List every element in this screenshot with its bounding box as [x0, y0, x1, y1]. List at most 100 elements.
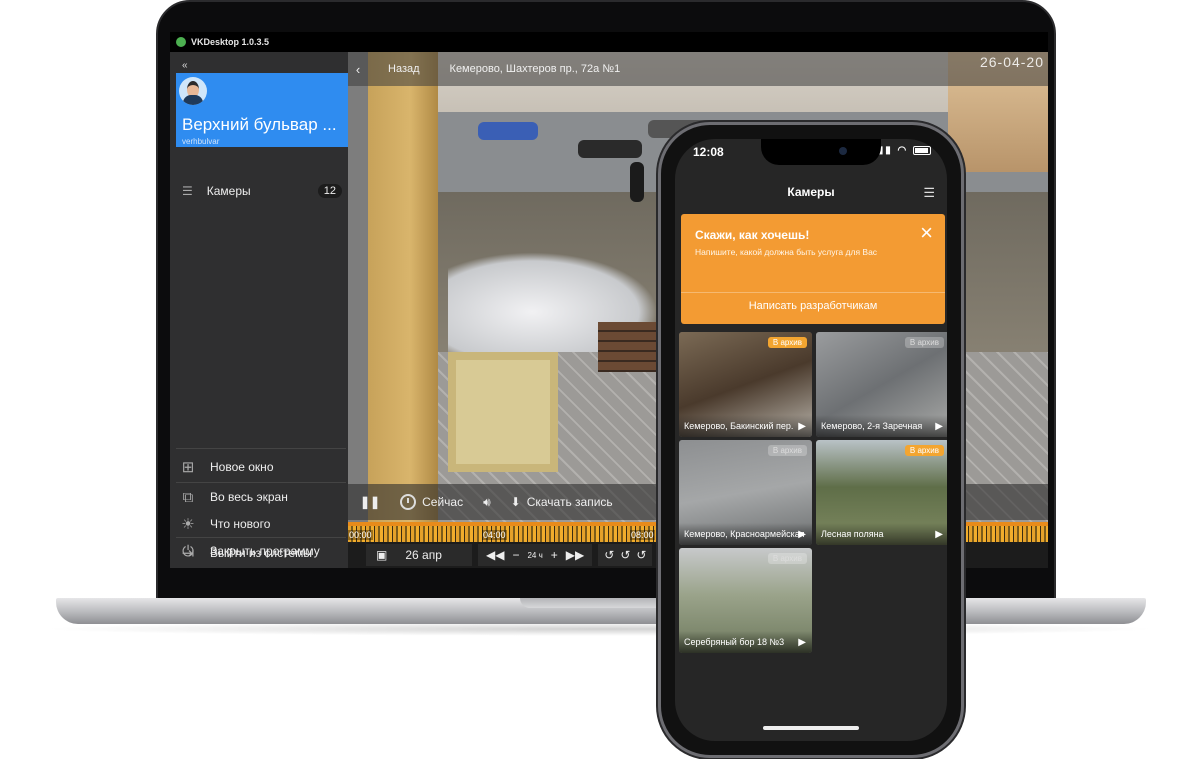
- sidebar-item-fullscreen[interactable]: ⧉ Во весь экран: [178, 486, 346, 508]
- laptop-shadow: [40, 622, 1160, 636]
- camera-tile[interactable]: В архив Кемерово, Бакинский пер. ▶: [679, 332, 812, 437]
- seek-back-icon[interactable]: ↺: [620, 548, 630, 562]
- sidebar-item-label: Во весь экран: [210, 490, 288, 504]
- close-icon[interactable]: ×: [920, 222, 933, 244]
- camera-name: Серебряный бор 18 №3: [679, 631, 812, 653]
- sidebar-item-whats-new[interactable]: ☀ Что нового: [178, 513, 346, 535]
- stage: VKDesktop 1.0.3.5 « Верхний бульвар ... …: [0, 0, 1200, 759]
- video-person: [630, 162, 644, 202]
- download-label: Скачать запись: [526, 495, 613, 509]
- profile-card[interactable]: Верхний бульвар ... verhbulvar: [176, 73, 348, 147]
- timeline-label: 08:00: [630, 530, 655, 540]
- timeline-label: 00:00: [348, 530, 373, 540]
- camera-tile[interactable]: В архив Лесная поляна ▶: [816, 440, 947, 545]
- seek-back-icon[interactable]: ↺: [604, 548, 614, 562]
- rewind-icon[interactable]: ◀◀: [486, 548, 504, 562]
- video-car: [478, 122, 538, 140]
- sidebar-divider: [176, 537, 346, 538]
- video-car: [578, 140, 642, 158]
- play-icon[interactable]: ▶: [798, 529, 806, 540]
- promo-title: Скажи, как хочешь!: [695, 228, 810, 242]
- hamburger-menu-icon[interactable]: ☰: [923, 185, 935, 201]
- sidebar-item-new-window[interactable]: ⊞ Новое окно: [178, 456, 346, 478]
- sidebar-item-label: Новое окно: [210, 460, 274, 474]
- camera-tile[interactable]: В архив Кемерово, Красноармейская ▶: [679, 440, 812, 545]
- app-logo-icon: [176, 37, 186, 47]
- play-icon[interactable]: ▶: [935, 529, 943, 540]
- app-title: VKDesktop 1.0.3.5: [191, 37, 270, 47]
- sidebar-item-label: Закрыть программу: [210, 544, 320, 558]
- external-window-icon: ⧉: [182, 488, 194, 506]
- laptop-hinge-notch: [520, 598, 680, 608]
- video-planter: [448, 352, 558, 472]
- zoom-value: 24 ч: [527, 550, 543, 560]
- seek-buttons: ↺ ↺ ↺: [598, 544, 653, 566]
- now-button[interactable]: Сейчас: [400, 494, 463, 510]
- play-icon[interactable]: ▶: [935, 421, 943, 432]
- home-indicator[interactable]: [763, 726, 859, 730]
- download-icon: ⬇: [510, 495, 521, 509]
- page-title: Камеры: [787, 185, 835, 199]
- fast-forward-icon[interactable]: ▶▶: [566, 548, 584, 562]
- player-topbar: ‹ Назад Кемерово, Шахтеров пр., 72а №1: [348, 52, 1048, 86]
- archive-badge[interactable]: В архив: [767, 445, 807, 456]
- status-time: 12:08: [693, 145, 724, 159]
- camera-name: Кемерово, Бакинский пер.: [679, 415, 812, 437]
- sidebar-divider: [176, 448, 346, 449]
- calendar-icon: ▣: [376, 548, 388, 562]
- sidebar-item-label: Камеры: [206, 184, 251, 198]
- camera-tile[interactable]: В архив Серебряный бор 18 №3 ▶: [679, 548, 812, 653]
- download-button[interactable]: ⬇ Скачать запись: [511, 495, 613, 509]
- zoom-out-icon[interactable]: −: [512, 548, 519, 562]
- cameras-count-badge: 12: [317, 184, 342, 198]
- sidebar: « Верхний бульвар ... verhbulvar ☰ Камер…: [170, 52, 348, 568]
- archive-badge[interactable]: В архив: [904, 337, 944, 348]
- battery-icon: [913, 145, 931, 155]
- camera-name: Лесная поляна: [816, 523, 947, 545]
- promo-subtitle: Напишите, какой должна быть услуга для В…: [695, 247, 878, 257]
- camera-tile[interactable]: В архив Кемерово, 2-я Заречная ▶: [816, 332, 947, 437]
- sun-icon: ☀: [181, 516, 195, 533]
- avatar: [179, 77, 207, 105]
- phone-frame: 12:08 ▮▮▮ ◠ Камеры ☰ Скажи, как хочешь! …: [658, 122, 964, 758]
- pause-icon: ❚❚: [360, 495, 381, 509]
- video-timestamp: 26-04-20: [979, 54, 1044, 70]
- archive-badge[interactable]: В архив: [767, 337, 807, 348]
- wifi-icon: ◠: [897, 145, 909, 156]
- camera-title: Кемерово, Шахтеров пр., 72а №1: [449, 63, 621, 75]
- sidebar-item-label: Что нового: [210, 517, 271, 531]
- front-camera: [839, 147, 847, 155]
- phone-notch: [761, 139, 881, 165]
- promo-banner: Скажи, как хочешь! Напишите, какой должн…: [681, 214, 945, 324]
- date-picker[interactable]: ▣ 26 апр: [366, 544, 472, 566]
- zoom-controls: ◀◀ − 24 ч + ▶▶: [478, 544, 593, 566]
- collapse-sidebar-icon[interactable]: «: [182, 60, 188, 71]
- zoom-in-icon[interactable]: +: [551, 548, 558, 562]
- seek-back-icon[interactable]: ↺: [636, 548, 646, 562]
- archive-badge[interactable]: В архив: [767, 553, 807, 564]
- write-developers-button[interactable]: Написать разработчикам: [681, 300, 945, 312]
- promo-divider: [681, 292, 945, 293]
- phone-screen: 12:08 ▮▮▮ ◠ Камеры ☰ Скажи, как хочешь! …: [675, 139, 947, 741]
- camera-name: Кемерово, Красноармейская: [679, 523, 812, 545]
- profile-name: Верхний бульвар ...: [182, 115, 337, 134]
- chevron-left-icon[interactable]: ‹: [348, 62, 368, 77]
- sidebar-item-close-app[interactable]: ⏻ Закрыть программу: [178, 540, 346, 562]
- power-icon: ⏻: [182, 542, 194, 560]
- date-value: 26 апр: [405, 548, 442, 562]
- back-button[interactable]: Назад: [388, 63, 420, 75]
- now-label: Сейчас: [422, 495, 464, 509]
- archive-badge[interactable]: В архив: [904, 445, 944, 456]
- speaker-icon: 🔊︎: [483, 494, 491, 509]
- video-wall: [368, 52, 438, 522]
- play-icon[interactable]: ▶: [798, 637, 806, 648]
- play-icon[interactable]: ▶: [798, 421, 806, 432]
- sidebar-item-cameras[interactable]: ☰ Камеры 12: [182, 180, 342, 202]
- pause-button[interactable]: ❚❚: [360, 495, 380, 509]
- app-titlebar: VKDesktop 1.0.3.5: [170, 32, 1048, 52]
- plus-square-icon: ⊞: [181, 459, 195, 476]
- timeline-label: 04:00: [482, 530, 507, 540]
- clock-icon: [400, 494, 417, 510]
- sidebar-divider: [176, 482, 346, 483]
- volume-button[interactable]: 🔊︎: [483, 495, 491, 510]
